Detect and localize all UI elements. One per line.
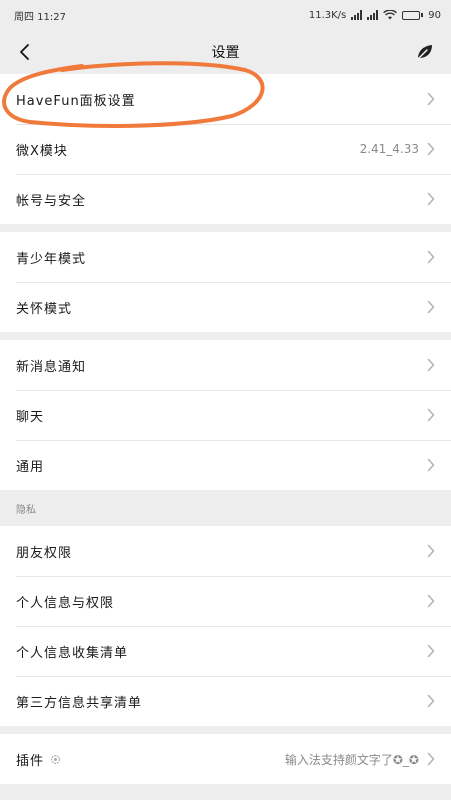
row-label: 新消息通知 [16,359,87,375]
chevron-right-icon [427,142,435,156]
chevron-right-icon [427,644,435,658]
chevron-right-icon [427,300,435,314]
leaf-button[interactable] [411,38,439,66]
chevron-right-icon [427,358,435,372]
status-bar: 周四 11:27 11.3K/s 90 [0,0,451,30]
chevron-left-icon [20,44,29,60]
row-label: 关怀模式 [16,301,73,317]
settings-row[interactable]: 聊天 [0,390,451,440]
settings-group: 插件 输入法支持颜文字了✪_✪ [0,734,451,784]
row-value: 2.41_4.33 [359,142,419,156]
settings-row[interactable]: 第三方信息共享清单 [0,676,451,726]
chevron-right-icon [427,250,435,264]
chevron-right-icon [427,694,435,708]
nav-bar: 设置 [0,30,451,74]
row-label: 通用 [16,459,45,475]
settings-row[interactable]: 插件 输入法支持颜文字了✪_✪ [0,734,451,784]
settings-group: 青少年模式 关怀模式 [0,232,451,332]
chevron-right-icon [427,192,435,206]
settings-group: 新消息通知 聊天 通用 [0,340,451,490]
chevron-right-icon [427,92,435,106]
settings-row[interactable]: 朋友权限 [0,526,451,576]
settings-row[interactable]: 帐号与安全 [0,174,451,224]
settings-row[interactable]: 个人信息与权限 [0,576,451,626]
settings-group: HaveFun面板设置 微X模块 2.41_4.33 帐号与安全 [0,74,451,224]
row-label: 第三方信息共享清单 [16,695,143,711]
settings-row[interactable]: 关怀模式 [0,282,451,332]
row-label: HaveFun面板设置 [16,93,136,109]
row-value: 输入法支持颜文字了✪_✪ [284,752,419,767]
chevron-right-icon [427,408,435,422]
wifi-icon [383,10,398,20]
chevron-right-icon [427,458,435,472]
row-label: 插件 [16,753,45,769]
network-speed: 11.3K/s [308,9,347,21]
row-label: 微X模块 [16,143,68,159]
status-time: 周四 11:27 [14,11,66,23]
group-separator [0,726,451,734]
settings-row[interactable]: 青少年模式 [0,232,451,282]
section-header: 隐私 [0,490,451,526]
battery-percent: 90 [428,9,441,21]
settings-row[interactable]: HaveFun面板设置 [0,74,451,124]
settings-group: 朋友权限个人信息与权限 个人信息收集清单 第三方信息共享清单 [0,526,451,726]
row-label: 青少年模式 [16,251,87,267]
back-button[interactable] [10,38,38,66]
group-separator [0,332,451,340]
battery-icon [402,10,424,20]
group-separator [0,224,451,232]
chevron-right-icon [427,752,435,766]
chevron-right-icon [427,544,435,558]
status-indicators: 11.3K/s 90 [309,10,441,21]
signal-icon-2 [367,10,379,20]
settings-row[interactable]: 个人信息收集清单 [0,626,451,676]
row-label: 聊天 [16,409,45,425]
row-label: 帐号与安全 [16,193,87,209]
settings-list: HaveFun面板设置 微X模块 2.41_4.33 帐号与安全青少年模式关怀模式新消… [0,74,451,784]
settings-row[interactable]: 新消息通知 [0,340,451,390]
settings-row[interactable]: 微X模块 2.41_4.33 [0,124,451,174]
row-label: 个人信息与权限 [16,595,115,611]
page-title: 设置 [211,45,240,61]
signal-icon [351,10,363,20]
settings-screen: 周四 11:27 11.3K/s 90 设置 HaveFun面板设置 微X模块 … [0,0,451,800]
leaf-icon [417,45,432,60]
gear-icon [51,754,60,764]
row-label: 个人信息收集清单 [16,645,129,661]
chevron-right-icon [427,594,435,608]
row-label: 朋友权限 [16,545,73,561]
settings-row[interactable]: 通用 [0,440,451,490]
